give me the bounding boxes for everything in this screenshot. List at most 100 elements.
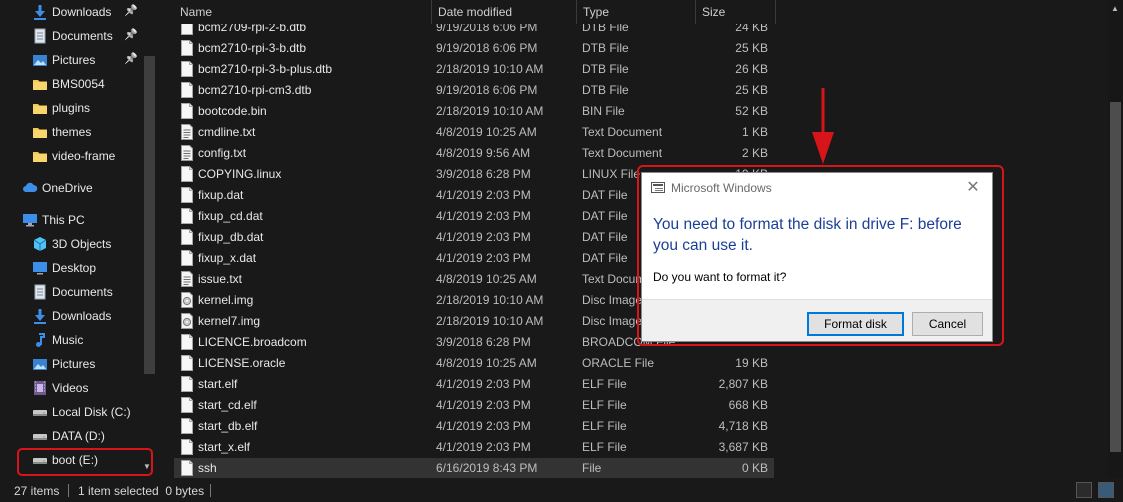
sidebar-item-3d-objects[interactable]: 3D Objects — [0, 232, 156, 256]
pictures-icon — [32, 52, 48, 68]
videos-icon — [32, 380, 48, 396]
file-name: COPYING.linux — [198, 167, 282, 181]
file-type: ELF File — [582, 440, 627, 454]
file-row[interactable]: start_cd.elf 4/1/2019 2:03 PM ELF File 668 … — [174, 395, 774, 416]
sidebar-item-label: Videos — [52, 381, 89, 395]
file-name: bcm2710-rpi-3-b-plus.dtb — [198, 62, 333, 76]
sidebar-item-bms0054[interactable]: BMS0054 — [0, 72, 156, 96]
file-size: 4,718 KB — [718, 419, 768, 433]
file-row[interactable]: start.elf 4/1/2019 2:03 PM ELF File 2,807 K… — [174, 374, 774, 395]
file-row[interactable]: start_db.elf 4/1/2019 2:03 PM ELF File 4,71… — [174, 416, 774, 437]
folder-icon — [32, 148, 48, 164]
file-row[interactable]: cmdline.txt 4/8/2019 10:25 AM Text Documen… — [174, 122, 774, 143]
sidebar-item-data-d[interactable]: DATA (D:) — [0, 424, 156, 448]
file-date-modified: 4/1/2019 2:03 PM — [436, 377, 531, 391]
file-row[interactable]: bcm2709-rpi-2-b.dtb 9/19/2018 6:06 PM DTB … — [174, 24, 774, 38]
cloud-icon — [22, 180, 38, 196]
column-date-header[interactable]: Date modified — [432, 0, 577, 24]
file-date-modified: 4/8/2019 10:25 AM — [436, 272, 537, 286]
file-icon — [181, 418, 193, 434]
sidebar-item-pictures[interactable]: Pictures 📌 — [0, 48, 156, 72]
sidebar-item-label: Documents — [52, 29, 113, 43]
status-bar: 27 items 1 item selected 0 bytes — [0, 478, 1123, 502]
file-size: 26 KB — [735, 62, 768, 76]
document-icon — [32, 284, 48, 300]
sidebar-scrollbar-thumb[interactable] — [144, 56, 155, 374]
sidebar-item-music[interactable]: Music — [0, 328, 156, 352]
sidebar-item-videos[interactable]: Videos — [0, 376, 156, 400]
file-date-modified: 6/16/2019 8:43 PM — [436, 461, 538, 475]
sidebar-item-label: Pictures — [52, 357, 96, 371]
file-date-modified: 9/19/2018 6:06 PM — [436, 41, 538, 55]
file-name: bootcode.bin — [198, 104, 267, 118]
file-type: ELF File — [582, 377, 627, 391]
file-row[interactable]: bootcode.bin 2/18/2019 10:10 AM BIN File 52… — [174, 101, 774, 122]
sidebar-item-label: OneDrive — [42, 181, 93, 195]
file-name: start.elf — [198, 377, 238, 391]
file-row[interactable]: bcm2710-rpi-3-b.dtb 9/19/2018 6:06 PM DTB … — [174, 38, 774, 59]
scrollbar-thumb[interactable] — [1110, 102, 1121, 452]
file-date-modified: 9/19/2018 6:06 PM — [436, 24, 538, 34]
file-name: cmdline.txt — [198, 125, 256, 139]
scroll-up-icon[interactable]: ▲ — [1111, 4, 1119, 13]
folder-icon — [32, 76, 48, 92]
file-row[interactable]: ssh 6/16/2019 8:43 PM File 0 KB — [174, 458, 774, 478]
file-name: config.txt — [198, 146, 247, 160]
large-icons-view-icon[interactable] — [1098, 482, 1114, 498]
sidebar-item-label: themes — [52, 125, 92, 139]
sidebar-item-downloads[interactable]: Downloads 📌 — [0, 0, 156, 24]
file-date-modified: 4/8/2019 9:56 AM — [436, 146, 531, 160]
text-file-icon — [181, 124, 193, 140]
file-type: File — [582, 461, 602, 475]
file-type: BIN File — [582, 104, 625, 118]
file-icon — [181, 61, 193, 77]
file-name: start_cd.elf — [198, 398, 257, 412]
file-row[interactable]: LICENSE.oracle 4/8/2019 10:25 AM ORACLE Fi… — [174, 353, 774, 374]
sidebar-item-video-frame[interactable]: video-frame — [0, 144, 156, 168]
file-list-scrollbar[interactable]: ▲ — [1108, 0, 1123, 478]
sidebar-item-label: Documents — [52, 285, 113, 299]
column-size-header[interactable]: Size — [696, 0, 776, 24]
sidebar-item-label: video-frame — [52, 149, 116, 163]
sidebar-item-downloads[interactable]: Downloads — [0, 304, 156, 328]
pictures-icon — [32, 356, 48, 372]
navigation-pane: Downloads 📌 Documents 📌 Pictures 📌 BMS0054 plug… — [0, 0, 156, 478]
file-name: LICENCE.broadcom — [198, 335, 307, 349]
file-type: Text Document — [582, 125, 663, 139]
column-name-header[interactable]: Name — [174, 0, 432, 24]
file-date-modified: 4/1/2019 2:03 PM — [436, 209, 531, 223]
sidebar-item-this-pc[interactable]: This PC — [0, 208, 156, 232]
file-row[interactable]: bcm2710-rpi-3-b-plus.dtb 2/18/2019 10:10 … — [174, 59, 774, 80]
sidebar-item-plugins[interactable]: plugins — [0, 96, 156, 120]
pin-icon: 📌 — [124, 5, 138, 17]
file-row[interactable]: bcm2710-rpi-cm3.dtb 9/19/2018 6:06 PM DTB … — [174, 80, 774, 101]
sidebar-item-label: plugins — [52, 101, 91, 115]
sidebar-item-label: 3D Objects — [52, 237, 112, 251]
annotation-arrow-icon — [812, 88, 834, 164]
file-row[interactable]: start_x.elf 4/1/2019 2:03 PM ELF File 3,687… — [174, 437, 774, 458]
file-name: ssh — [198, 461, 217, 475]
item-count: 27 items — [14, 484, 60, 498]
file-date-modified: 4/1/2019 2:03 PM — [436, 230, 531, 244]
sidebar-item-themes[interactable]: themes — [0, 120, 156, 144]
computer-icon — [22, 212, 38, 228]
file-type: Text Document — [582, 146, 663, 160]
file-date-modified: 2/18/2019 10:10 AM — [436, 293, 544, 307]
file-icon — [181, 40, 193, 56]
file-date-modified: 4/1/2019 2:03 PM — [436, 251, 531, 265]
sidebar-item-onedrive[interactable]: OneDrive — [0, 176, 156, 200]
file-icon — [181, 103, 193, 119]
file-icon — [181, 24, 193, 35]
sidebar-item-documents[interactable]: Documents 📌 — [0, 24, 156, 48]
sidebar-item-label: Downloads — [52, 5, 112, 19]
file-icon — [181, 355, 193, 371]
sidebar-item-pictures[interactable]: Pictures — [0, 352, 156, 376]
column-type-header[interactable]: Type — [577, 0, 696, 24]
text-file-icon — [181, 271, 193, 287]
details-view-icon[interactable] — [1076, 482, 1092, 498]
file-row[interactable]: config.txt 4/8/2019 9:56 AM Text Document 2… — [174, 143, 774, 164]
sidebar-item-desktop[interactable]: Desktop — [0, 256, 156, 280]
sidebar-item-local-disk-c[interactable]: Local Disk (C:) — [0, 400, 156, 424]
file-name: issue.txt — [198, 272, 243, 286]
sidebar-item-documents[interactable]: Documents — [0, 280, 156, 304]
